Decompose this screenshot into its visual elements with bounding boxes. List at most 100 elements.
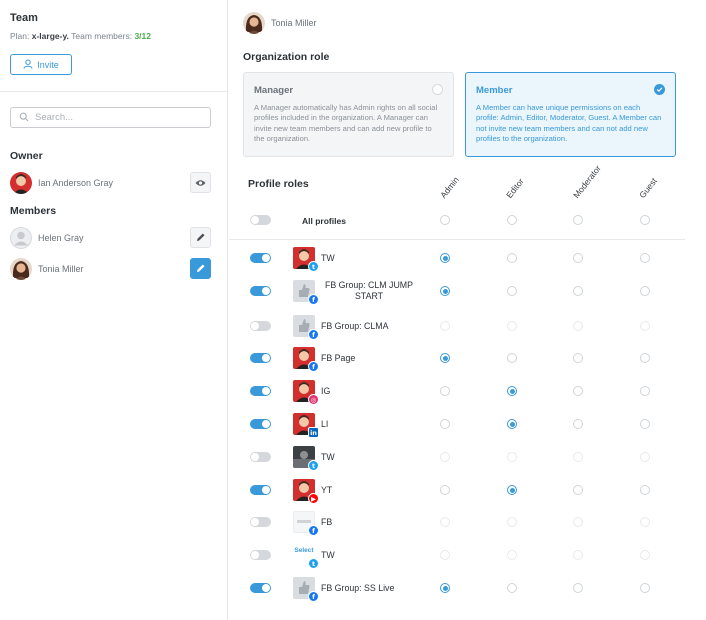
moderator-radio[interactable]	[573, 321, 583, 331]
editor-radio[interactable]	[507, 253, 517, 263]
editor-radio[interactable]	[507, 583, 517, 593]
invite-label: Invite	[37, 59, 59, 70]
member-name: Helen Gray	[38, 233, 84, 243]
twitter-icon: t	[308, 261, 319, 272]
profile-toggle[interactable]	[250, 286, 271, 296]
moderator-radio[interactable]	[573, 386, 583, 396]
all-profiles-toggle[interactable]	[250, 215, 271, 225]
moderator-radio[interactable]	[573, 452, 583, 462]
profile-toggle[interactable]	[250, 386, 271, 396]
eye-icon	[195, 174, 206, 192]
profile-toggle[interactable]	[250, 583, 271, 593]
guest-radio[interactable]	[640, 321, 650, 331]
profile-name: FB Group: CLM JUMP START	[325, 280, 413, 301]
facebook-icon: f	[308, 294, 319, 305]
moderator-radio[interactable]	[573, 583, 583, 593]
profile-toggle[interactable]	[250, 550, 271, 560]
editor-radio[interactable]	[507, 517, 517, 527]
search-box	[10, 107, 211, 128]
editor-radio[interactable]	[507, 321, 517, 331]
all-guest-radio[interactable]	[640, 215, 650, 225]
all-admin-radio[interactable]	[440, 215, 450, 225]
search-icon	[19, 109, 29, 127]
admin-radio[interactable]	[440, 253, 450, 263]
guest-radio[interactable]	[640, 286, 650, 296]
moderator-radio[interactable]	[573, 517, 583, 527]
profile-name: FB Page	[321, 353, 356, 363]
members-count: 3/12	[134, 31, 151, 41]
guest-radio[interactable]	[640, 419, 650, 429]
avatar	[10, 172, 32, 194]
divider	[229, 239, 685, 240]
invite-button[interactable]: Invite	[10, 54, 72, 75]
all-editor-radio[interactable]	[507, 215, 517, 225]
moderator-radio[interactable]	[573, 485, 583, 495]
admin-radio[interactable]	[440, 321, 450, 331]
profile-name: TW	[321, 452, 335, 462]
profile-toggle[interactable]	[250, 321, 271, 331]
avatar-text: Select	[294, 547, 314, 554]
team-title: Team	[10, 12, 38, 24]
guest-radio[interactable]	[640, 386, 650, 396]
member-row[interactable]: Helen Gray	[10, 226, 211, 250]
profile-toggle[interactable]	[250, 452, 271, 462]
profile-toggle[interactable]	[250, 353, 271, 363]
member-name: Tonia Miller	[38, 264, 84, 274]
facebook-icon: f	[308, 329, 319, 340]
profile-toggle[interactable]	[250, 253, 271, 263]
guest-radio[interactable]	[640, 353, 650, 363]
all-moderator-radio[interactable]	[573, 215, 583, 225]
profile-toggle[interactable]	[250, 419, 271, 429]
guest-radio[interactable]	[640, 583, 650, 593]
selected-member-name: Tonia Miller	[271, 18, 317, 28]
owner-row[interactable]: Ian Anderson Gray	[10, 171, 211, 195]
guest-radio[interactable]	[640, 253, 650, 263]
editor-radio[interactable]	[507, 485, 517, 495]
search-input[interactable]	[35, 112, 205, 123]
editor-radio[interactable]	[507, 286, 517, 296]
guest-radio[interactable]	[640, 550, 650, 560]
profile-toggle[interactable]	[250, 485, 271, 495]
profile-toggle[interactable]	[250, 517, 271, 527]
editor-radio[interactable]	[507, 550, 517, 560]
plan-info: Plan: x-large-y. Team members: 3/12	[10, 31, 151, 41]
editor-radio[interactable]	[507, 419, 517, 429]
moderator-radio[interactable]	[573, 419, 583, 429]
selected-member-header: Tonia Miller	[243, 12, 317, 34]
profile-name: TW	[321, 550, 335, 560]
admin-radio[interactable]	[440, 452, 450, 462]
role-description: A Manager automatically has Admin rights…	[254, 103, 438, 144]
admin-radio[interactable]	[440, 583, 450, 593]
profile-avatar: f	[293, 577, 319, 602]
admin-radio[interactable]	[440, 419, 450, 429]
member-role-card[interactable]: Member A Member can have unique permissi…	[465, 72, 676, 157]
admin-radio[interactable]	[440, 386, 450, 396]
editor-radio[interactable]	[507, 386, 517, 396]
admin-radio[interactable]	[440, 550, 450, 560]
admin-radio[interactable]	[440, 517, 450, 527]
admin-radio[interactable]	[440, 286, 450, 296]
manager-role-card[interactable]: Manager A Manager automatically has Admi…	[243, 72, 454, 157]
guest-radio[interactable]	[640, 452, 650, 462]
admin-radio[interactable]	[440, 485, 450, 495]
edit-button[interactable]	[190, 227, 211, 248]
member-radio[interactable]	[654, 84, 665, 95]
moderator-radio[interactable]	[573, 550, 583, 560]
manager-radio[interactable]	[432, 84, 443, 95]
profile-name: YT	[321, 485, 333, 495]
admin-radio[interactable]	[440, 353, 450, 363]
editor-radio[interactable]	[507, 452, 517, 462]
guest-radio[interactable]	[640, 517, 650, 527]
view-button[interactable]	[190, 172, 211, 193]
owner-name: Ian Anderson Gray	[38, 178, 114, 188]
edit-button[interactable]	[190, 258, 211, 279]
editor-radio[interactable]	[507, 353, 517, 363]
instagram-icon: ◎	[308, 394, 319, 405]
profile-avatar: ◎	[293, 380, 319, 405]
guest-radio[interactable]	[640, 485, 650, 495]
moderator-radio[interactable]	[573, 253, 583, 263]
member-row[interactable]: Tonia Miller	[10, 257, 211, 281]
moderator-radio[interactable]	[573, 286, 583, 296]
profile-avatar: f	[293, 347, 319, 372]
moderator-radio[interactable]	[573, 353, 583, 363]
